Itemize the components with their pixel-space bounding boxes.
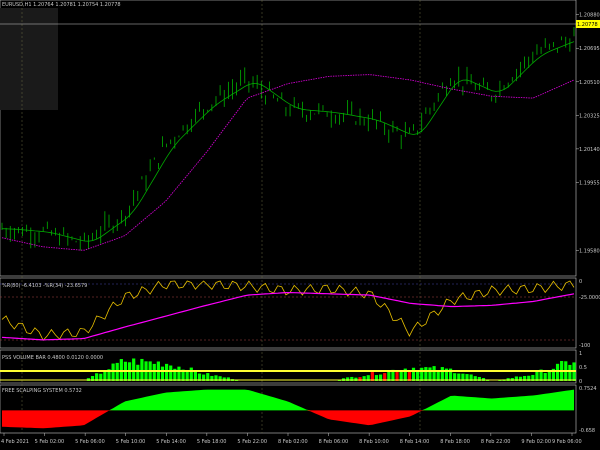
volume-bar <box>136 364 140 381</box>
time-axis: 4 Feb 2021 5 Feb 02:00 5 Feb 06:00 5 Feb 10… <box>1 433 582 445</box>
time-label: 5 Feb 14:00 <box>156 439 186 445</box>
time-label: 9 Feb 02:00 <box>521 439 551 445</box>
volume-bar <box>407 370 411 381</box>
wpr-scale: 0 -25.0000 -100 <box>579 279 600 349</box>
scalping-header: FREE SCALPING SYSTEM 0.5732 <box>2 388 82 394</box>
volume-bar <box>177 366 181 381</box>
volume-scale-label: 0.5 <box>579 365 587 371</box>
scalping-scale-label: -0.658 <box>579 428 595 434</box>
time-label: 8 Feb 18:00 <box>440 439 470 445</box>
wpr-header: %R(80) -6.4103 -%R(34) -23.6579 <box>2 283 87 289</box>
volume-bar <box>152 363 156 381</box>
volume-bar <box>140 358 144 381</box>
time-label: 4 Feb 2021 <box>1 439 29 445</box>
overlay-box <box>0 8 58 110</box>
price-scale-label: 1.20880 <box>579 13 600 19</box>
price-scale-label: 1.20140 <box>579 147 600 153</box>
volume-bar <box>424 367 428 381</box>
price-scale-label: 1.19955 <box>579 180 600 186</box>
price-panel[interactable] <box>0 0 577 277</box>
scalping-scale: 0.7524 -0.658 <box>579 386 597 434</box>
time-label: 8 Feb 14:00 <box>400 439 430 445</box>
volume-bar <box>555 363 560 381</box>
time-label: 5 Feb 02:00 <box>35 439 65 445</box>
volume-scale-label: 0 <box>579 379 582 385</box>
volume-bar <box>420 367 424 381</box>
time-label: 5 Feb 10:00 <box>116 439 146 445</box>
volume-header: PSS VOLUME BAR 0.4800 0.0120 0.0000 <box>2 355 103 361</box>
time-label: 5 Feb 06:00 <box>75 439 105 445</box>
price-scale-label: 1.19580 <box>579 248 600 254</box>
price-tag-text: 1.20778 <box>577 22 598 28</box>
volume-bar <box>411 367 416 381</box>
price-scale-label: 1.20695 <box>579 46 600 52</box>
volume-bar <box>399 370 403 381</box>
volume-scale-label: 1 <box>579 351 582 357</box>
price-scale: 1.20880 1.20695 1.20510 1.20325 1.20140 1.199… <box>576 13 600 254</box>
volume-bar <box>432 366 436 381</box>
time-label: 8 Feb 22:00 <box>481 439 511 445</box>
time-label: 8 Feb 06:00 <box>319 439 349 445</box>
volume-bar <box>165 363 169 381</box>
volume-bar <box>568 364 572 381</box>
volume-bar <box>189 367 193 381</box>
volume-bar <box>428 367 432 381</box>
time-label: 8 Feb 10:00 <box>359 439 389 445</box>
volume-bar <box>160 366 165 381</box>
volume-bar <box>169 365 173 381</box>
time-label: 5 Feb 18:00 <box>197 439 227 445</box>
volume-bar <box>193 370 198 381</box>
price-scale-label: 1.20325 <box>579 113 600 119</box>
time-label: 8 Feb 02:00 <box>278 439 308 445</box>
window-title: EURUSD,H1 1.20764 1.20781 1.20754 1.2077… <box>2 2 121 8</box>
trading-chart[interactable]: 1.20778 EURUSD,H1 1.20764 1.20781 1.2075… <box>0 0 600 450</box>
volume-scale: 10.50 <box>579 351 587 385</box>
volume-bar <box>440 367 444 381</box>
wpr-scale-label: -25.0000 <box>579 295 600 301</box>
volume-bar <box>111 363 115 381</box>
price-scale-label: 1.20510 <box>579 80 600 86</box>
wpr-scale-label: 0 <box>579 279 582 285</box>
volume-bar <box>387 370 391 381</box>
wpr-scale-label: -100 <box>579 343 590 349</box>
volume-bar <box>132 358 136 381</box>
time-label: 5 Feb 22:00 <box>237 439 267 445</box>
scalping-scale-label: 0.7524 <box>579 386 597 392</box>
time-label: 9 Feb 06:00 <box>552 439 582 445</box>
